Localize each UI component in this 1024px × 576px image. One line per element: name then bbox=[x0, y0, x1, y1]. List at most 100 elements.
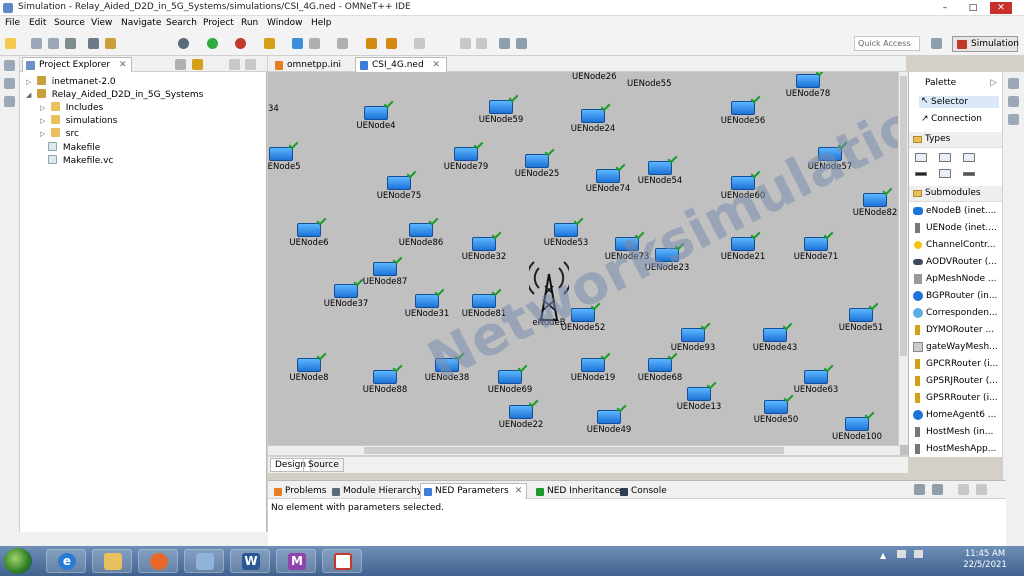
run-icon[interactable] bbox=[207, 38, 218, 49]
palette-submodule-item[interactable]: Corresponden... bbox=[913, 308, 998, 318]
tab-source[interactable]: Source bbox=[303, 458, 344, 472]
minimize-button[interactable]: – bbox=[934, 2, 956, 14]
enodeb-node[interactable]: eNodeB bbox=[514, 254, 584, 328]
maximize-button[interactable]: □ bbox=[962, 2, 984, 14]
palette-submodule-item[interactable]: BGPRouter (in... bbox=[913, 291, 997, 301]
palette-submodule-item[interactable]: eNodeB (inet.... bbox=[913, 206, 996, 216]
ue-node[interactable]: UENode71 bbox=[781, 237, 851, 262]
ue-node[interactable]: UENode75 bbox=[364, 176, 434, 201]
pin-icon[interactable] bbox=[499, 38, 510, 49]
taskbar-word[interactable]: W bbox=[230, 549, 270, 573]
palette-submodule-item[interactable]: GPSRJRouter (... bbox=[913, 376, 998, 386]
ue-node[interactable]: UENode22 bbox=[486, 405, 556, 430]
maximize-view-icon[interactable] bbox=[976, 484, 987, 495]
tree-item-makefile[interactable]: Makefile bbox=[48, 142, 100, 153]
tree-item-simulations[interactable]: ▷ simulations bbox=[40, 115, 117, 126]
ue-node[interactable]: UENode5 bbox=[268, 147, 316, 172]
scroll-thumb[interactable] bbox=[900, 76, 907, 356]
ue-node[interactable]: UENode38 bbox=[412, 358, 482, 383]
quick-access-input[interactable]: Quick Access bbox=[854, 36, 920, 51]
ue-node[interactable]: UENode32 bbox=[449, 237, 519, 262]
tree-item-makefile-vc[interactable]: Makefile.vc bbox=[48, 155, 113, 166]
tree-item-inetmanet[interactable]: ▷ inetmanet-2.0 bbox=[26, 76, 116, 87]
ue-node[interactable]: UENode63 bbox=[781, 370, 851, 395]
close-button[interactable]: ✕ bbox=[990, 2, 1012, 14]
palette-submodules-drawer[interactable]: Submodules bbox=[909, 186, 1003, 202]
ue-node[interactable]: UENode19 bbox=[558, 358, 628, 383]
taskbar-explorer[interactable] bbox=[92, 549, 132, 573]
ue-node[interactable]: UENode53 bbox=[531, 223, 601, 248]
annotation-icon[interactable] bbox=[337, 38, 348, 49]
menu-view[interactable]: View bbox=[91, 18, 112, 28]
palette-connection[interactable]: ↗ Connection bbox=[919, 114, 982, 124]
close-icon[interactable]: ✕ bbox=[119, 60, 127, 70]
ue-node[interactable]: UENode69 bbox=[475, 370, 545, 395]
link-view-icon[interactable] bbox=[932, 484, 943, 495]
taskbar-virtualbox[interactable] bbox=[184, 549, 224, 573]
tab-ned-inheritance[interactable]: NED Inheritance bbox=[532, 483, 625, 499]
palette-types-drawer[interactable]: Types bbox=[909, 132, 1003, 148]
palette-submodule-item[interactable]: GPCRRouter (i... bbox=[913, 359, 998, 369]
properties-view-icon[interactable] bbox=[1008, 114, 1019, 125]
ue-node[interactable]: UENode56 bbox=[708, 101, 778, 126]
print-icon[interactable] bbox=[65, 38, 76, 49]
taskbar-editor[interactable] bbox=[322, 549, 362, 573]
menu-navigate[interactable]: Navigate bbox=[121, 18, 161, 28]
profile-icon[interactable] bbox=[235, 38, 246, 49]
tab-csi-4g-ned[interactable]: CSI_4G.ned ✕ bbox=[355, 57, 448, 72]
tab-console[interactable]: Console bbox=[616, 483, 672, 499]
previous-edit-icon[interactable] bbox=[386, 38, 397, 49]
expand-arrow-icon[interactable]: ▷ bbox=[40, 117, 48, 125]
ue-node[interactable]: UENode8 bbox=[274, 358, 344, 383]
channel-interface-icon[interactable] bbox=[963, 172, 975, 176]
minimize-view-icon[interactable] bbox=[229, 59, 240, 70]
ue-node[interactable]: UENode81 bbox=[449, 294, 519, 319]
palette-submodule-item[interactable]: ChannelContr... bbox=[913, 240, 995, 250]
minimize-view-icon[interactable] bbox=[958, 484, 969, 495]
open-perspective-icon[interactable] bbox=[931, 38, 942, 49]
palette-submodule-item[interactable]: HostMesh (in... bbox=[913, 427, 993, 437]
compound-module-icon[interactable] bbox=[939, 153, 951, 162]
ue-node[interactable]: UENode88 bbox=[350, 370, 420, 395]
ue-node[interactable]: UENode100 bbox=[822, 417, 892, 442]
search-icon[interactable] bbox=[309, 38, 320, 49]
debug-icon[interactable] bbox=[178, 38, 189, 49]
ue-node[interactable]: UENode6 bbox=[274, 223, 344, 248]
ue-node[interactable]: UENode60 bbox=[708, 176, 778, 201]
perspective-simulation-button[interactable]: Simulation bbox=[952, 36, 1019, 52]
clock[interactable]: 11:45 AM 22/5/2021 bbox=[960, 549, 1010, 571]
tree-item-relay-project[interactable]: ◢ Relay_Aided_D2D_in_5G_Systems bbox=[26, 89, 203, 100]
pin-view-icon[interactable] bbox=[914, 484, 925, 495]
external-tools-icon[interactable] bbox=[264, 38, 275, 49]
ue-node[interactable]: UENode4 bbox=[341, 106, 411, 131]
ue-node[interactable]: UENode68 bbox=[625, 358, 695, 383]
simple-module-icon[interactable] bbox=[915, 153, 927, 162]
outline-view-icon[interactable] bbox=[1008, 96, 1019, 107]
open-type-icon[interactable] bbox=[292, 38, 303, 49]
ue-node[interactable]: UENode23 bbox=[632, 248, 702, 273]
taskbar-firefox[interactable] bbox=[138, 549, 178, 573]
palette-submodule-item[interactable]: ApMeshNode ... bbox=[913, 274, 997, 284]
restore-icon[interactable] bbox=[4, 60, 15, 71]
tree-item-includes[interactable]: ▷ Includes bbox=[40, 102, 103, 113]
ue-node[interactable]: UENode93 bbox=[658, 328, 728, 353]
tab-omnetpp-ini[interactable]: omnetpp.ini bbox=[270, 57, 348, 72]
menu-source[interactable]: Source bbox=[54, 18, 85, 28]
menu-window[interactable]: Window bbox=[267, 18, 303, 28]
ue-node[interactable]: UENode13 bbox=[664, 387, 734, 412]
expand-arrow-icon[interactable]: ▷ bbox=[40, 130, 48, 138]
outline-icon[interactable] bbox=[4, 78, 15, 89]
menu-run[interactable]: Run bbox=[241, 18, 258, 28]
ue-node[interactable]: UENode21 bbox=[708, 237, 778, 262]
redo-icon[interactable] bbox=[476, 38, 487, 49]
ue-node[interactable]: UENode59 bbox=[466, 100, 536, 125]
collapse-all-icon[interactable] bbox=[175, 59, 186, 70]
link-icon[interactable] bbox=[516, 38, 527, 49]
module-interface-icon[interactable] bbox=[939, 169, 951, 178]
close-icon[interactable]: ✕ bbox=[515, 486, 523, 496]
ue-node[interactable]: UENode25 bbox=[502, 154, 572, 179]
close-icon[interactable]: ✕ bbox=[433, 60, 441, 70]
ue-node[interactable]: UENode51 bbox=[826, 308, 896, 333]
volume-icon[interactable] bbox=[914, 550, 924, 558]
save-all-icon[interactable] bbox=[48, 38, 59, 49]
